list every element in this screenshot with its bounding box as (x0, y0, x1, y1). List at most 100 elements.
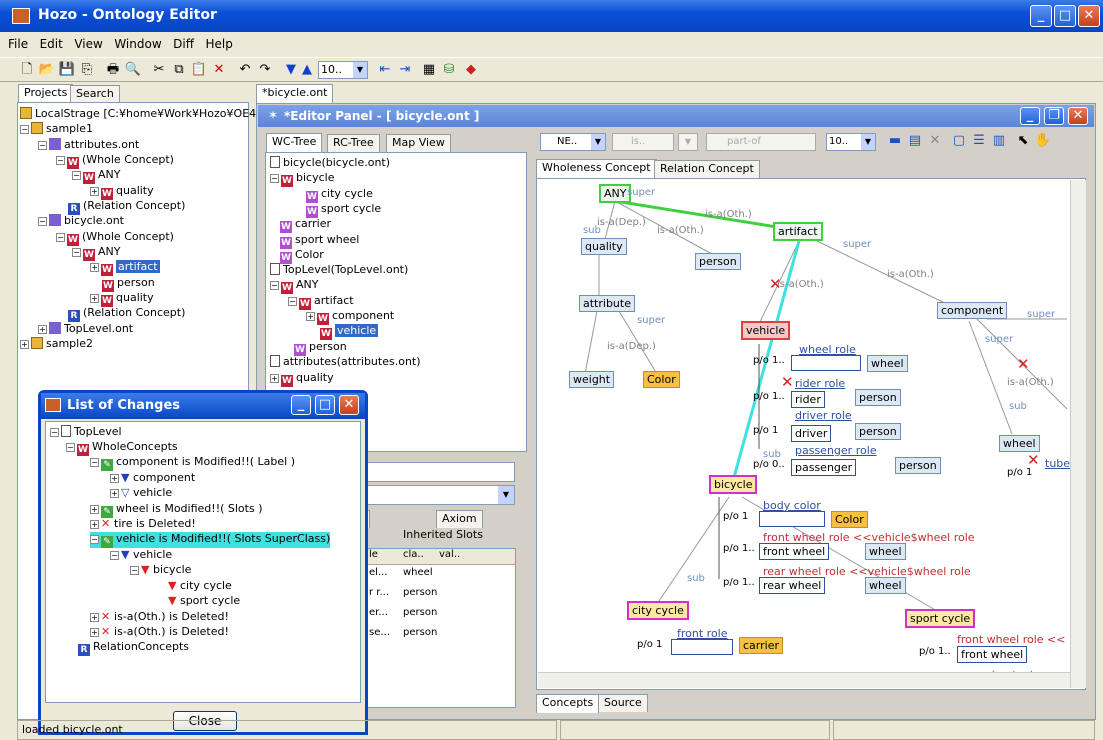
close-button[interactable]: ✕ (1078, 5, 1100, 27)
step-back-icon[interactable]: ⇤ (376, 62, 394, 78)
tab-concepts[interactable]: Concepts (536, 694, 600, 713)
dialog-close-button[interactable]: ✕ (339, 395, 359, 415)
tree-item[interactable]: − W ANY (72, 245, 120, 261)
node-wheel-front[interactable]: wheel (865, 543, 906, 560)
node-quality[interactable]: quality (581, 238, 627, 255)
tree-item[interactable]: + ✕ is-a(Oth.) is Deleted! (90, 625, 229, 639)
tree-item[interactable]: − W WholeConcepts (66, 440, 178, 456)
tree-item[interactable]: Wperson (294, 340, 347, 356)
menu-window[interactable]: Window (114, 37, 161, 51)
dialog-minimize-button[interactable]: _ (291, 395, 311, 415)
node-wheel[interactable]: wheel (999, 435, 1040, 452)
tree-item[interactable]: Wsport wheel (280, 233, 359, 249)
tree-item[interactable]: R (Relation Concept) (68, 199, 185, 215)
save-all-icon[interactable]: ⎘ (78, 62, 96, 78)
tree-item[interactable]: + TopLevel.ont (38, 322, 133, 336)
save-icon[interactable]: 💾 (58, 62, 76, 78)
slot-front-role[interactable] (671, 639, 733, 655)
dialog-maximize-button[interactable]: □ (315, 395, 335, 415)
tree-item[interactable]: − W ANY (270, 278, 318, 294)
frame-icon[interactable]: ▢ (950, 133, 968, 149)
tab-axiom[interactable]: Axiom (436, 510, 483, 528)
delete-icon[interactable]: ✕ (210, 62, 228, 78)
slot-box[interactable] (791, 355, 861, 371)
tree-item-highlighted[interactable]: − ✎ vehicle is Modified!!( Slots SuperClas… (90, 532, 331, 548)
horizontal-scrollbar[interactable] (538, 672, 1070, 688)
node-type-select[interactable]: NE.. ▼ (540, 133, 606, 151)
tab-search[interactable]: Search (70, 85, 120, 103)
node-attribute[interactable]: attribute (579, 295, 635, 312)
link-dropdown-button[interactable]: ▼ (678, 133, 698, 151)
editor-zoom-select[interactable]: 10.. ▼ (826, 133, 876, 151)
tree-item[interactable]: − ✎ component is Modified!!( Label ) (90, 455, 295, 471)
tree-item[interactable]: − sample1 (20, 122, 93, 136)
database-icon[interactable]: ⛁ (440, 62, 458, 78)
node-artifact[interactable]: artifact (773, 222, 823, 241)
minimize-button[interactable]: _ (1030, 5, 1052, 27)
maximize-button[interactable]: □ (1054, 5, 1076, 27)
node-person-passenger[interactable]: person (895, 457, 941, 474)
tree-item[interactable]: − attributes.ont (38, 138, 139, 152)
tree-item[interactable]: + ▽ vehicle (110, 486, 172, 500)
slot-sport-front-wheel[interactable]: front wheel (957, 646, 1028, 663)
node-wheel-rear[interactable]: wheel (865, 577, 906, 594)
paste-icon[interactable]: 📋 (190, 62, 208, 78)
slot-driver[interactable]: driver (791, 425, 832, 442)
zoom-select[interactable]: 10.. ▼ (318, 61, 368, 79)
slot-front-wheel[interactable]: front wheel (759, 543, 830, 560)
node-carrier[interactable]: carrier (739, 637, 783, 654)
tab-map-view[interactable]: Map View (386, 134, 451, 152)
menu-file[interactable]: File (8, 37, 28, 51)
editor-minimize-button[interactable]: _ (1020, 107, 1040, 125)
new-file-icon[interactable]: 🗋 (18, 62, 36, 78)
tree-item[interactable]: − bicycle.ont (38, 214, 124, 228)
tree-item[interactable]: + Wcomponent (306, 309, 394, 325)
split-horizontal-icon[interactable]: ▥ (990, 133, 1008, 149)
tree-item[interactable]: ▼ city cycle (168, 579, 232, 593)
tree-item[interactable]: − TopLevel (50, 425, 122, 439)
tree-item[interactable]: + Wquality (90, 291, 154, 307)
tab-projects[interactable]: Projects (18, 84, 74, 103)
tree-item[interactable]: − ▼ bicycle (130, 563, 191, 577)
tree-item[interactable]: + sample2 (20, 337, 93, 351)
menu-view[interactable]: View (74, 37, 102, 51)
slot-body-color[interactable] (759, 511, 825, 527)
tab-relation-concept[interactable]: Relation Concept (654, 160, 760, 178)
node-vehicle[interactable]: vehicle (741, 321, 791, 340)
node-body-color[interactable]: Color (831, 511, 868, 528)
editor-restore-button[interactable]: ❐ (1044, 107, 1064, 125)
node-city-cycle[interactable]: city cycle (627, 601, 689, 620)
print-preview-icon[interactable]: 🔍 (124, 62, 142, 78)
vertical-scrollbar[interactable] (1070, 180, 1086, 688)
link-type-select[interactable]: is.. (612, 133, 674, 151)
tree-item[interactable]: R RelationConcepts (78, 640, 189, 656)
slot-rear-wheel[interactable]: rear wheel (759, 577, 826, 594)
tree-item[interactable]: Wperson (102, 276, 155, 292)
tab-wholeness-concept[interactable]: Wholeness Concept (536, 159, 657, 178)
hand-icon[interactable]: ✋ (1034, 133, 1052, 149)
tree-item[interactable]: + Wquality (270, 371, 334, 387)
node-component[interactable]: component (937, 302, 1008, 319)
remove-icon[interactable]: ✕ (926, 133, 944, 149)
tree-item[interactable]: Wsport cycle (306, 202, 381, 218)
tree-item[interactable]: − Wbicycle (270, 171, 334, 187)
node-sport-cycle[interactable]: sport cycle (905, 609, 976, 628)
edit-slot-icon[interactable]: ▤ (906, 133, 924, 149)
node-weight[interactable]: weight (569, 371, 615, 388)
tree-item[interactable]: ▼ sport cycle (168, 594, 240, 608)
tree-item[interactable]: − ▼ vehicle (110, 548, 172, 562)
editor-close-button[interactable]: ✕ (1068, 107, 1088, 125)
tree-item[interactable]: − W ANY (72, 168, 120, 184)
menu-help[interactable]: Help (206, 37, 233, 51)
tree-item[interactable]: Wcity cycle (306, 187, 373, 203)
tree-item-selected[interactable]: Wvehicle (320, 324, 379, 340)
tree-item[interactable]: + Wquality (90, 184, 154, 200)
tree-item[interactable]: R (Relation Concept) (68, 306, 185, 322)
undo-icon[interactable]: ↶ (236, 62, 254, 78)
tree-item[interactable]: − W (Whole Concept) (56, 153, 174, 169)
diff-gem-icon[interactable]: ◆ (462, 62, 480, 78)
node-bicycle[interactable]: bicycle (709, 475, 758, 494)
node-wheel-slot[interactable]: wheel (867, 355, 908, 372)
relation-select[interactable]: part-of (706, 133, 816, 151)
graph-canvas[interactable]: ANY artifact quality person attribute we… (536, 178, 1086, 690)
